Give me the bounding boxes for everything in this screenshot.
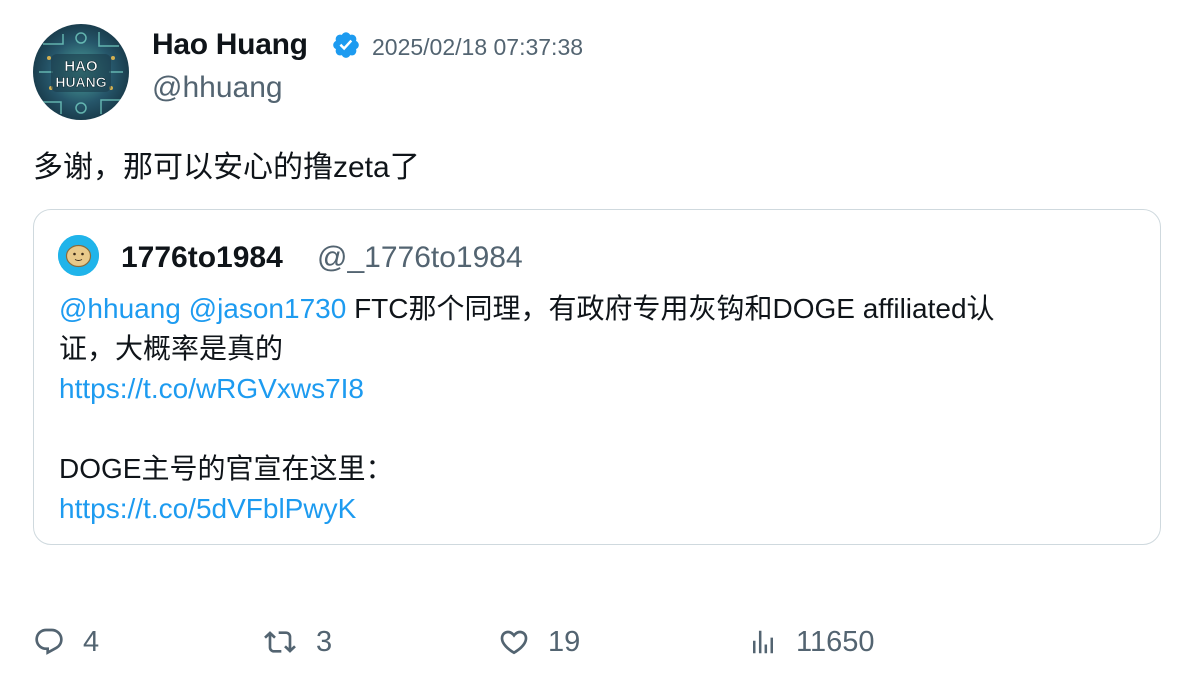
quoted-text-line-2: 证，大概率是真的 (59, 333, 284, 364)
tweet-card: HAO HUANG Hao Huang 2025/02/18 07:37:38 … (0, 0, 1196, 684)
quoted-text-line-1: @hhuang @jason1730 FTC那个同理，有政府专用灰钩和DOGE … (59, 289, 1139, 329)
retweet-count: 3 (316, 625, 333, 658)
bar-chart-icon (753, 630, 773, 654)
quoted-text-line-3: DOGE主号的官宣在这里： (59, 453, 394, 484)
quoted-text-segment: FTC那个同理，有政府专用灰钩和DOGE affiliated认 (346, 293, 995, 324)
heart-icon (500, 630, 528, 655)
quoted-author-handle[interactable]: @_1776to1984 (317, 241, 523, 275)
quoted-tweet-text: @hhuang @jason1730 FTC那个同理，有政府专用灰钩和DOGE … (59, 289, 1139, 529)
mention-link[interactable]: @hhuang (59, 293, 181, 324)
like-button[interactable]: 19 (498, 622, 580, 662)
quoted-tweet[interactable]: 1776to1984 @_1776to1984 @hhuang @jason17… (33, 209, 1161, 545)
tweet-text: 多谢，那可以安心的撸zeta了 (33, 151, 420, 184)
quoted-author-display-name[interactable]: 1776to1984 (121, 241, 283, 275)
retweet-icon (264, 631, 296, 653)
avatar-text-line2: HUANG (55, 74, 106, 90)
mention-link[interactable]: @jason1730 (189, 293, 347, 324)
verified-badge-icon (331, 30, 361, 60)
author-display-name[interactable]: Hao Huang (152, 28, 308, 62)
views-count: 11650 (796, 625, 875, 658)
author-avatar[interactable]: HAO HUANG (33, 24, 129, 120)
avatar-text-line1: HAO (64, 58, 98, 75)
url-link[interactable]: https://t.co/wRGVxws7I8 (59, 373, 364, 404)
views-button[interactable]: 11650 (748, 622, 875, 662)
retweet-button[interactable]: 3 (262, 622, 332, 662)
url-link[interactable]: https://t.co/5dVFblPwyK (59, 493, 356, 524)
like-count: 19 (548, 625, 581, 658)
tweet-timestamp[interactable]: 2025/02/18 07:37:38 (372, 34, 583, 61)
quoted-avatar-image (58, 235, 99, 276)
reply-button[interactable]: 4 (33, 622, 99, 662)
reply-count: 4 (83, 625, 100, 658)
reply-bubble-icon (35, 628, 63, 655)
quoted-author-avatar[interactable] (58, 235, 99, 276)
author-handle[interactable]: @hhuang (152, 71, 283, 105)
avatar-image: HAO HUANG (33, 24, 129, 120)
